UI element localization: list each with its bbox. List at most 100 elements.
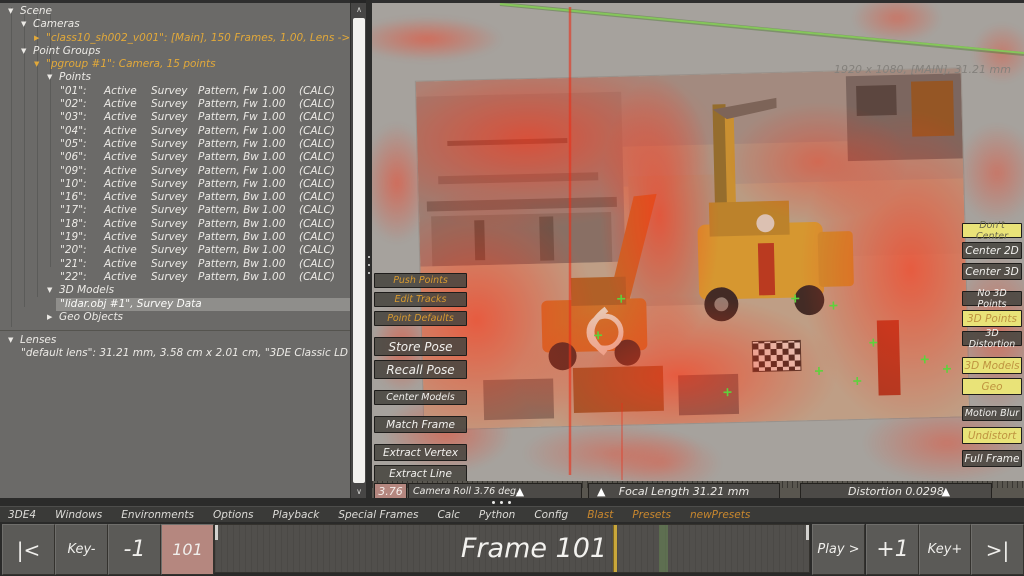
tree-row-point-05[interactable]: "05":ActiveSurveyPattern, Fw1.00(CALC) — [0, 138, 350, 151]
resize-grip-icon — [492, 501, 495, 504]
tree-row-lenses[interactable]: ▼Lenses — [0, 334, 350, 347]
tree-row-point-04[interactable]: "04":ActiveSurveyPattern, Fw1.00(CALC) — [0, 125, 350, 138]
step-back-button[interactable]: -1 — [108, 524, 161, 575]
tree-row-point-01[interactable]: "01":ActiveSurveyPattern, Fw1.00(CALC) — [0, 85, 350, 98]
menu-python[interactable]: Python — [479, 509, 515, 521]
scroll-down-icon[interactable]: ∨ — [351, 485, 367, 498]
scroll-up-icon[interactable]: ∧ — [351, 3, 367, 16]
tool-recall-pose-button[interactable]: Recall Pose — [374, 360, 467, 379]
tree-row-geo-objects[interactable]: ▶Geo Objects — [0, 311, 350, 324]
slider-marker-icon[interactable]: ▲ — [597, 486, 605, 497]
point-cell: Pattern, Fw — [198, 165, 262, 178]
tree-row-cameras[interactable]: ▼Cameras — [0, 18, 350, 31]
toggle-don-t-center-button[interactable]: Don't Center — [962, 223, 1022, 238]
tree-row-lidar-obj-1-survey-data[interactable]: "lidar.obj #1", Survey Data — [0, 298, 350, 311]
step-forward-button[interactable]: +1 — [866, 524, 919, 575]
menu-special-frames[interactable]: Special Frames — [338, 509, 418, 521]
expanded-arrow-icon[interactable]: ▼ — [21, 45, 33, 58]
tool-extract-line-button[interactable]: Extract Line — [374, 465, 467, 482]
go-to-start-button[interactable]: |< — [2, 524, 55, 575]
tool-push-points-button[interactable]: Push Points — [374, 273, 467, 288]
tree-row-point-03[interactable]: "03":ActiveSurveyPattern, Fw1.00(CALC) — [0, 111, 350, 124]
menu-playback[interactable]: Playback — [272, 509, 319, 521]
menu-calc[interactable]: Calc — [437, 509, 459, 521]
tree-row-point-02[interactable]: "02":ActiveSurveyPattern, Fw1.00(CALC) — [0, 98, 350, 111]
point-cell: (CALC) — [299, 204, 350, 217]
tree-row-point-groups[interactable]: ▼Point Groups — [0, 45, 350, 58]
footage-plate[interactable] — [416, 68, 969, 429]
menu-presets[interactable]: Presets — [632, 509, 671, 521]
toggle-full-frame-button[interactable]: Full Frame — [962, 450, 1022, 467]
tool-store-pose-button[interactable]: Store Pose — [374, 337, 467, 356]
tool-center-models-button[interactable]: Center Models — [374, 390, 467, 405]
point-cell: 1.00 — [262, 85, 299, 98]
tree-row-point-10[interactable]: "10":ActiveSurveyPattern, Fw1.00(CALC) — [0, 178, 350, 191]
tree-row-point-09[interactable]: "09":ActiveSurveyPattern, Fw1.00(CALC) — [0, 165, 350, 178]
menu-config[interactable]: Config — [534, 509, 568, 521]
tree-row-point-06[interactable]: "06":ActiveSurveyPattern, Bw1.00(CALC) — [0, 151, 350, 164]
lenses-section: ▼Lenses"default lens": 31.21 mm, 3.58 cm… — [0, 330, 350, 361]
menu-newpresets[interactable]: newPresets — [690, 509, 750, 521]
tree-row-class10-sh002-v001-main-[interactable]: ▶"class10_sh002_v001": [Main], 150 Frame… — [0, 32, 350, 45]
plate-info-caption: 1920 x 1080, [MAIN], 31.21 mm — [834, 63, 1011, 76]
menu-blast[interactable]: Blast — [587, 509, 613, 521]
toggle-3d-models-button[interactable]: 3D Models — [962, 357, 1022, 374]
point-cell: "16": — [60, 191, 104, 204]
toggle-geo-button[interactable]: Geo — [962, 378, 1022, 395]
tool-point-defaults-button[interactable]: Point Defaults — [374, 311, 467, 326]
play-button[interactable]: Play > — [812, 524, 865, 575]
collapsed-arrow-icon[interactable]: ▶ — [34, 32, 46, 45]
tree-row-3d-models[interactable]: ▼3D Models — [0, 284, 350, 297]
tree-row-scene[interactable]: ▼Scene — [0, 5, 350, 18]
point-cell: Active — [104, 191, 151, 204]
scrollbar-thumb[interactable] — [353, 18, 365, 483]
menu-options[interactable]: Options — [213, 509, 254, 521]
tree-row-point-20[interactable]: "20":ActiveSurveyPattern, Bw1.00(CALC) — [0, 244, 350, 257]
tree-row-point-19[interactable]: "19":ActiveSurveyPattern, Bw1.00(CALC) — [0, 231, 350, 244]
expanded-arrow-icon[interactable]: ▼ — [47, 284, 59, 297]
tree-row-point-16[interactable]: "16":ActiveSurveyPattern, Bw1.00(CALC) — [0, 191, 350, 204]
tree-row-pgroup-1-camera-15-point[interactable]: ▼"pgroup #1": Camera, 15 points — [0, 58, 350, 71]
tool-match-frame-button[interactable]: Match Frame — [374, 416, 467, 433]
tool-extract-vertex-button[interactable]: Extract Vertex — [374, 444, 467, 461]
timeline-scrubber[interactable]: Frame 101 — [214, 524, 810, 573]
expanded-arrow-icon[interactable]: ▼ — [8, 334, 20, 347]
slider-marker-icon[interactable]: ▲ — [516, 486, 524, 497]
toggle-center-3d-button[interactable]: Center 3D — [962, 263, 1022, 280]
collapsed-arrow-icon[interactable]: ▶ — [47, 311, 59, 324]
toggle-no-3d-points-button[interactable]: No 3D Points — [962, 291, 1022, 306]
toggle-3d-points-button[interactable]: 3D Points — [962, 310, 1022, 327]
menu-environments[interactable]: Environments — [121, 509, 194, 521]
point-cell: Survey — [151, 138, 198, 151]
menu-3de4[interactable]: 3DE4 — [8, 509, 36, 521]
tree-row-label: Points — [59, 71, 91, 83]
scene-panel-scrollbar[interactable]: ∧ ∨ — [350, 3, 367, 498]
slider-marker-icon[interactable]: ▲ — [942, 486, 950, 497]
tool-edit-tracks-button[interactable]: Edit Tracks — [374, 292, 467, 307]
menu-windows[interactable]: Windows — [55, 509, 102, 521]
tree-row-points[interactable]: ▼Points — [0, 71, 350, 84]
expanded-arrow-icon[interactable]: ▼ — [34, 58, 46, 71]
tree-row-point-21[interactable]: "21":ActiveSurveyPattern, Bw1.00(CALC) — [0, 258, 350, 271]
previous-key-button[interactable]: Key- — [55, 524, 108, 575]
toggle-motion-blur-button[interactable]: Motion Blur — [962, 406, 1022, 421]
toggle-center-2d-button[interactable]: Center 2D — [962, 242, 1022, 259]
point-cell: Pattern, Fw — [198, 138, 262, 151]
pane-resize-strip[interactable] — [0, 498, 1024, 506]
expanded-arrow-icon[interactable]: ▼ — [47, 71, 59, 84]
next-key-button[interactable]: Key+ — [919, 524, 971, 575]
point-cell: "06": — [60, 151, 104, 164]
toggle-3d-distortion-button[interactable]: 3D Distortion — [962, 331, 1022, 346]
point-cell: (CALC) — [299, 258, 350, 271]
toggle-undistort-button[interactable]: Undistort — [962, 427, 1022, 444]
current-frame-field[interactable]: 101 — [161, 524, 214, 575]
go-to-end-button[interactable]: >| — [971, 524, 1024, 575]
expanded-arrow-icon[interactable]: ▼ — [8, 5, 20, 18]
tree-row-point-18[interactable]: "18":ActiveSurveyPattern, Bw1.00(CALC) — [0, 218, 350, 231]
tree-row-default-lens-31-21-mm-3-[interactable]: "default lens": 31.21 mm, 3.58 cm x 2.01… — [0, 347, 350, 360]
point-cell: Active — [104, 231, 151, 244]
expanded-arrow-icon[interactable]: ▼ — [21, 18, 33, 31]
tree-row-point-17[interactable]: "17":ActiveSurveyPattern, Bw1.00(CALC) — [0, 204, 350, 217]
tree-row-point-22[interactable]: "22":ActiveSurveyPattern, Bw1.00(CALC) — [0, 271, 350, 284]
camera-viewport[interactable]: 1920 x 1080, [MAIN], 31.21 mm Push Point… — [372, 0, 1024, 501]
